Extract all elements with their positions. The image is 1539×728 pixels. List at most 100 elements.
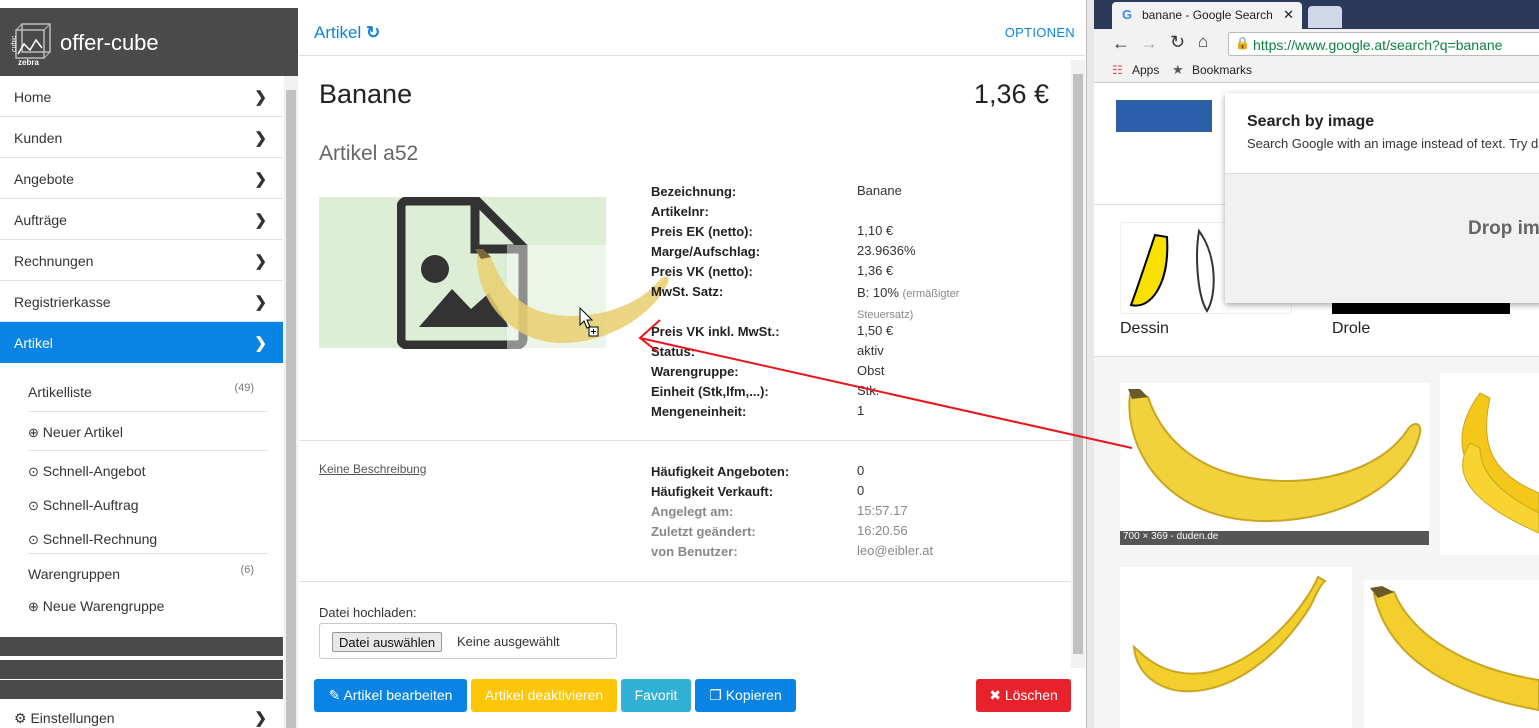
file-status: Keine ausgewählt: [457, 634, 560, 649]
nav-label: Registrierkasse: [14, 294, 111, 310]
detail-row: Preis VK (netto): 1,36 €: [651, 263, 894, 279]
banana-drawing-image: [1129, 233, 1169, 307]
subnav-item-artikelliste[interactable]: Artikelliste (49): [28, 374, 268, 412]
subnav-item-schnell-angebot[interactable]: ⊙ Schnell-Angebot: [28, 451, 268, 485]
detail-row: Preis VK inkl. MwSt.: 1,50 €: [651, 323, 894, 339]
detail-row: MwSt. Satz: B: 10% (ermäßigter Steuersat…: [651, 284, 960, 321]
nav-item-registrierkasse[interactable]: Registrierkasse ❯: [0, 281, 283, 322]
subnav-item-schnell-rechnung[interactable]: ⊙ Schnell-Rechnung: [28, 519, 268, 554]
breadcrumb[interactable]: Artikel ↻: [314, 23, 380, 43]
nav-item-kunden[interactable]: Kunden ❯: [0, 117, 283, 158]
subnav-item-neuer-artikel[interactable]: ⊕ Neuer Artikel: [28, 412, 268, 451]
nav-label: Aufträge: [14, 212, 67, 228]
image-drop-zone[interactable]: Drop im: [1225, 173, 1539, 303]
options-link[interactable]: OPTIONEN: [1005, 25, 1075, 40]
favorite-button[interactable]: Favorit: [621, 679, 691, 712]
address-bar[interactable]: 🔒 https://www.google.at/search?q=banane: [1228, 32, 1539, 56]
article-details: Bezeichnung: Banane Artikelnr: Preis EK (…: [651, 183, 1071, 423]
detail-row: Bezeichnung: Banane: [651, 183, 902, 199]
chevron-right-icon: ❯: [254, 710, 267, 727]
main-nav: Home ❯ Kunden ❯ Angebote ❯ Aufträge ❯ Rechnu…: [0, 76, 283, 363]
lock-icon: 🔒: [1235, 36, 1250, 50]
bookmarks-bar: ☷ Apps ★ Bookmarks: [1094, 59, 1539, 83]
browser-tab[interactable]: G banane - Google Search ✕: [1112, 2, 1302, 29]
image-result-1[interactable]: 700 × 369 - duden.de: [1120, 383, 1429, 545]
dot-circle-icon: ⊙: [28, 464, 39, 479]
detail-row: Einheit (Stk,lfm,...): Stk.: [651, 383, 880, 399]
svg-text:cubic: cubic: [11, 35, 18, 52]
forward-icon[interactable]: →: [1140, 33, 1158, 54]
sidebar: zebra cubic offer-cube Home ❯ Kunden ❯ Ang…: [0, 8, 298, 728]
app-window: zebra cubic offer-cube Home ❯ Kunden ❯ Ang…: [0, 0, 1090, 728]
search-by-image-dialog: Search by image Search Google with an im…: [1225, 93, 1539, 303]
article-subtitle: Artikel a52: [319, 142, 419, 165]
cursor-copy-icon: [579, 307, 599, 337]
drop-text: Drop im: [1468, 218, 1539, 239]
nav-item-home[interactable]: Home ❯: [0, 76, 283, 117]
article-title: Banane: [319, 79, 413, 109]
subnav-item-neue-warengruppe[interactable]: ⊕ Neue Warengruppe: [28, 588, 268, 622]
count-badge: (6): [240, 564, 254, 576]
nav-item-einstellungen[interactable]: ⚙ Einstellungen ❯: [0, 708, 283, 728]
cube-logo-icon: zebra cubic: [11, 23, 51, 66]
subnav-item-warengruppen[interactable]: Warengruppen (6): [28, 554, 268, 588]
home-icon[interactable]: ⌂: [1198, 32, 1208, 52]
delete-button[interactable]: ✖ Löschen: [976, 679, 1071, 712]
article-price: 1,36 €: [973, 79, 1049, 109]
plus-circle-icon: ⊕: [28, 425, 39, 440]
browser-toolbar: ← → ↻ ⌂ 🔒 https://www.google.at/search?q…: [1094, 29, 1539, 59]
content-header: Artikel ↻ OPTIONEN: [299, 8, 1085, 56]
nav-item-artikel[interactable]: Artikel ❯: [0, 322, 283, 363]
deactivate-article-button[interactable]: Artikel deaktivieren: [471, 679, 617, 712]
banana-image: [1132, 575, 1327, 693]
dot-circle-icon: ⊙: [28, 498, 39, 513]
edit-article-button[interactable]: ✎ Artikel bearbeiten: [314, 679, 467, 712]
stat-row: Häufigkeit Verkauft: 0: [651, 483, 865, 499]
choose-file-button[interactable]: Datei auswählen: [332, 632, 443, 652]
bookmark-bookmarks[interactable]: Bookmarks: [1192, 63, 1252, 77]
subnav-label: Schnell-Rechnung: [42, 531, 158, 547]
back-icon[interactable]: ←: [1112, 33, 1130, 54]
copy-button[interactable]: ❐ Kopieren: [695, 679, 796, 712]
google-icon: G: [1122, 7, 1133, 22]
image-result-4[interactable]: [1364, 580, 1539, 728]
image-result-3[interactable]: [1120, 567, 1352, 728]
nav-label: Home: [14, 89, 52, 105]
close-icon[interactable]: ✕: [1283, 7, 1294, 23]
nav-label: Kunden: [14, 130, 63, 146]
subnav-item-schnell-auftrag[interactable]: ⊙ Schnell-Auftrag: [28, 485, 268, 519]
content-scrollbar[interactable]: [1071, 60, 1085, 668]
subnav-label: Warengruppen: [28, 566, 121, 582]
collapsed-nav-bar[interactable]: [0, 660, 283, 679]
image-caption: 700 × 369 - duden.de: [1120, 531, 1429, 545]
reload-icon[interactable]: ↻: [1170, 32, 1185, 53]
banana-image: [1128, 389, 1422, 523]
collapsed-nav-bar[interactable]: [0, 680, 283, 699]
upload-label: Datei hochladen:: [319, 605, 417, 620]
related-label[interactable]: Dessin: [1120, 320, 1169, 338]
chevron-right-icon: ❯: [254, 335, 267, 352]
collapsed-nav-bar[interactable]: [0, 637, 283, 656]
sub-nav: Artikelliste (49) ⊕ Neuer Artikel ⊙ Schn…: [0, 374, 283, 622]
sidebar-scrollbar[interactable]: [284, 76, 298, 728]
count-badge: (49): [234, 382, 254, 394]
article-stats: Häufigkeit Angeboten: 0 Häufigkeit Verkau…: [651, 463, 1071, 563]
related-label[interactable]: Drole: [1332, 320, 1370, 338]
copy-icon: ❐: [709, 687, 722, 703]
nav-item-rechnungen[interactable]: Rechnungen ❯: [0, 240, 283, 281]
description-link[interactable]: Keine Beschreibung: [319, 462, 426, 476]
new-tab-button[interactable]: [1308, 6, 1342, 28]
chevron-right-icon: ❯: [254, 171, 267, 188]
nav-item-angebote[interactable]: Angebote ❯: [0, 158, 283, 199]
dialog-title: Search by image: [1247, 113, 1375, 130]
refresh-icon[interactable]: ↻: [366, 23, 380, 42]
brand-header: zebra cubic offer-cube: [0, 8, 298, 76]
brand-title: offer-cube: [60, 30, 159, 55]
file-upload-field[interactable]: Datei auswählen Keine ausgewählt: [319, 623, 617, 659]
bookmark-apps[interactable]: Apps: [1132, 63, 1159, 77]
image-result-2[interactable]: [1440, 373, 1539, 555]
nav-label: Einstellungen: [30, 710, 115, 726]
google-doodle-image[interactable]: [1116, 100, 1212, 132]
chevron-right-icon: ❯: [254, 130, 267, 147]
nav-item-auftraege[interactable]: Aufträge ❯: [0, 199, 283, 240]
